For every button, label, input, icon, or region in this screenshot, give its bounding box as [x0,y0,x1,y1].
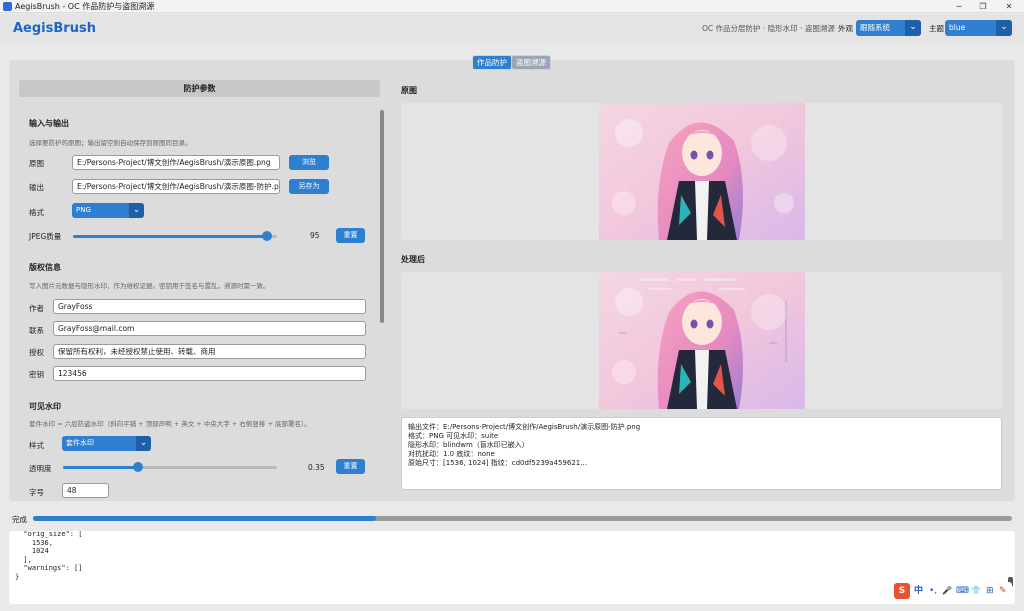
jpeg-quality-fill [73,235,267,238]
chevron-down-icon: ⌄ [996,20,1012,36]
source-path-input[interactable]: E:/Persons-Project/博文创作/AegisBrush/演示原图.… [72,155,280,170]
header-subtitle: OC 作品分层防护 · 隐形水印 · 盗图溯源 [702,24,835,33]
settings-heading: 防护参数 [19,80,380,97]
sogou-logo-icon[interactable]: S [894,583,910,599]
settings-scrollbar[interactable] [380,110,384,323]
processed-image-frame [401,272,1002,409]
settings-panel: 防护参数 输入与输出 选择要防护的原图；输出留空则自动保存到原图同目录。 原图 … [9,60,391,501]
jpeg-quality-label: JPEG质量 [29,232,62,241]
jpeg-reset-button[interactable]: 重置 [336,228,365,243]
chevron-down-icon: ⌄ [129,203,144,218]
opacity-fill [63,466,138,469]
microphone-icon[interactable]: 🎤 [942,585,952,597]
info-line: 格式：PNG 可见水印：suite [408,432,499,440]
close-button[interactable]: ✕ [996,0,1022,13]
appearance-value: 跟随系统 [860,23,890,32]
log-output[interactable]: "orig_size": [ 1536, 1024 ], "warnings":… [9,531,1015,604]
chevron-down-icon: ⌄ [136,436,151,451]
info-line: 对抗扰动：1.0 底纹：none [408,450,495,458]
processed-image-label: 处理后 [401,255,425,264]
opacity-knob[interactable] [132,462,143,472]
original-image-label: 原图 [401,86,417,95]
brand-logo: AegisBrush [13,21,96,36]
opacity-slider[interactable] [63,462,277,472]
output-label: 输出 [29,183,44,192]
info-line: 隐形水印：blindwm（盲水印已嵌入） [408,441,529,449]
style-label: 样式 [29,441,44,450]
copyright-section-title: 版权信息 [29,263,61,272]
info-line: 输出文件：E:/Persons-Project/博文创作/AegisBrush/… [408,423,641,431]
io-section-title: 输入与输出 [29,119,69,128]
save-as-button[interactable]: 另存为 [289,179,329,194]
copyright-section-desc: 写入图片元数据与隐形水印，作为维权证据。密钥用于签名与置乱，溯源时需一致。 [29,282,270,290]
info-line: 原始尺寸：[1536, 1024] 指纹：cd0df5239a459621... [408,459,587,467]
opacity-reset-button[interactable]: 重置 [336,459,365,474]
author-input[interactable]: GrayFoss [53,299,366,314]
contact-label: 联系 [29,326,44,335]
tab-bar: 作品防护 盗图溯源 [472,55,551,70]
tab-trace[interactable]: 盗图溯源 [512,56,550,69]
jpeg-quality-value: 95 [310,231,320,240]
key-label: 密钥 [29,370,44,379]
progress-bar [33,516,1012,521]
original-image-frame [401,103,1002,240]
keyboard-icon[interactable]: ⌨ [956,585,969,597]
opacity-value: 0.35 [308,463,325,472]
format-value: PNG [76,206,91,214]
font-size-input[interactable]: 48 [62,483,109,498]
license-label: 授权 [29,348,44,357]
watermark-style-select[interactable]: 套件水印 ⌄ [62,436,151,451]
format-label: 格式 [29,208,44,217]
window-title: AegisBrush - OC 作品防护与盗图溯源 [15,2,155,11]
chevron-down-icon: ⌄ [905,20,921,36]
jpeg-quality-knob[interactable] [261,231,272,241]
chinese-mode-icon[interactable]: 中 [914,585,923,597]
contact-input[interactable]: GrayFoss@mail.com [53,321,366,336]
log-text: "orig_size": [ 1536, 1024 ], "warnings":… [15,531,83,581]
browse-button[interactable]: 浏览 [289,155,329,170]
jpeg-quality-slider[interactable] [73,231,277,241]
visible-watermark-title: 可见水印 [29,402,61,411]
theme-select[interactable]: blue ⌄ [945,20,1012,36]
format-select[interactable]: PNG ⌄ [72,203,144,218]
toolbox-icon[interactable]: ⊞ [986,585,994,597]
key-input[interactable]: 123456 [53,366,366,381]
app-header: AegisBrush OC 作品分层防护 · 隐形水印 · 盗图溯源 外观 跟随… [0,14,1024,44]
progress-label: 完成 [12,515,27,524]
minimize-button[interactable]: ─ [946,0,972,13]
appearance-select[interactable]: 跟随系统 ⌄ [856,20,921,36]
io-section-desc: 选择要防护的原图；输出留空则自动保存到原图同目录。 [29,139,192,147]
app-icon [3,2,12,11]
punctuation-icon[interactable]: •, [929,585,937,597]
license-input[interactable]: 保留所有权利，未经授权禁止使用、转载、商用 [53,344,366,359]
original-artwork-image [599,103,805,240]
maximize-button[interactable]: ❐ [970,0,996,13]
source-label: 原图 [29,159,44,168]
progress-fill [33,516,376,521]
author-label: 作者 [29,304,44,313]
output-path-input[interactable]: E:/Persons-Project/博文创作/AegisBrush/演示原图-… [72,179,280,194]
font-size-label: 字号 [29,488,44,497]
theme-value: blue [949,23,966,32]
tab-protect[interactable]: 作品防护 [473,56,511,69]
theme-label: 主题 [929,24,944,33]
visible-watermark-desc: 套件水印 = 六层防盗水印（斜向平铺 + 顶部声明 + 英文 + 中央大字 + … [29,420,311,428]
appearance-label: 外观 [838,24,853,33]
result-info-box: 输出文件：E:/Persons-Project/博文创作/AegisBrush/… [401,417,1002,490]
pen-icon[interactable]: ✎ [999,585,1007,597]
watermark-style-value: 套件水印 [66,439,94,447]
ime-toolbar: S 中 •, 🎤 ⌨ 👕 ⊞ ✎ [892,582,1012,600]
processed-artwork-image [599,272,805,409]
window-titlebar: AegisBrush - OC 作品防护与盗图溯源 ─ ❐ ✕ [0,0,1024,13]
skin-icon[interactable]: 👕 [971,585,981,597]
opacity-label: 透明度 [29,464,52,473]
